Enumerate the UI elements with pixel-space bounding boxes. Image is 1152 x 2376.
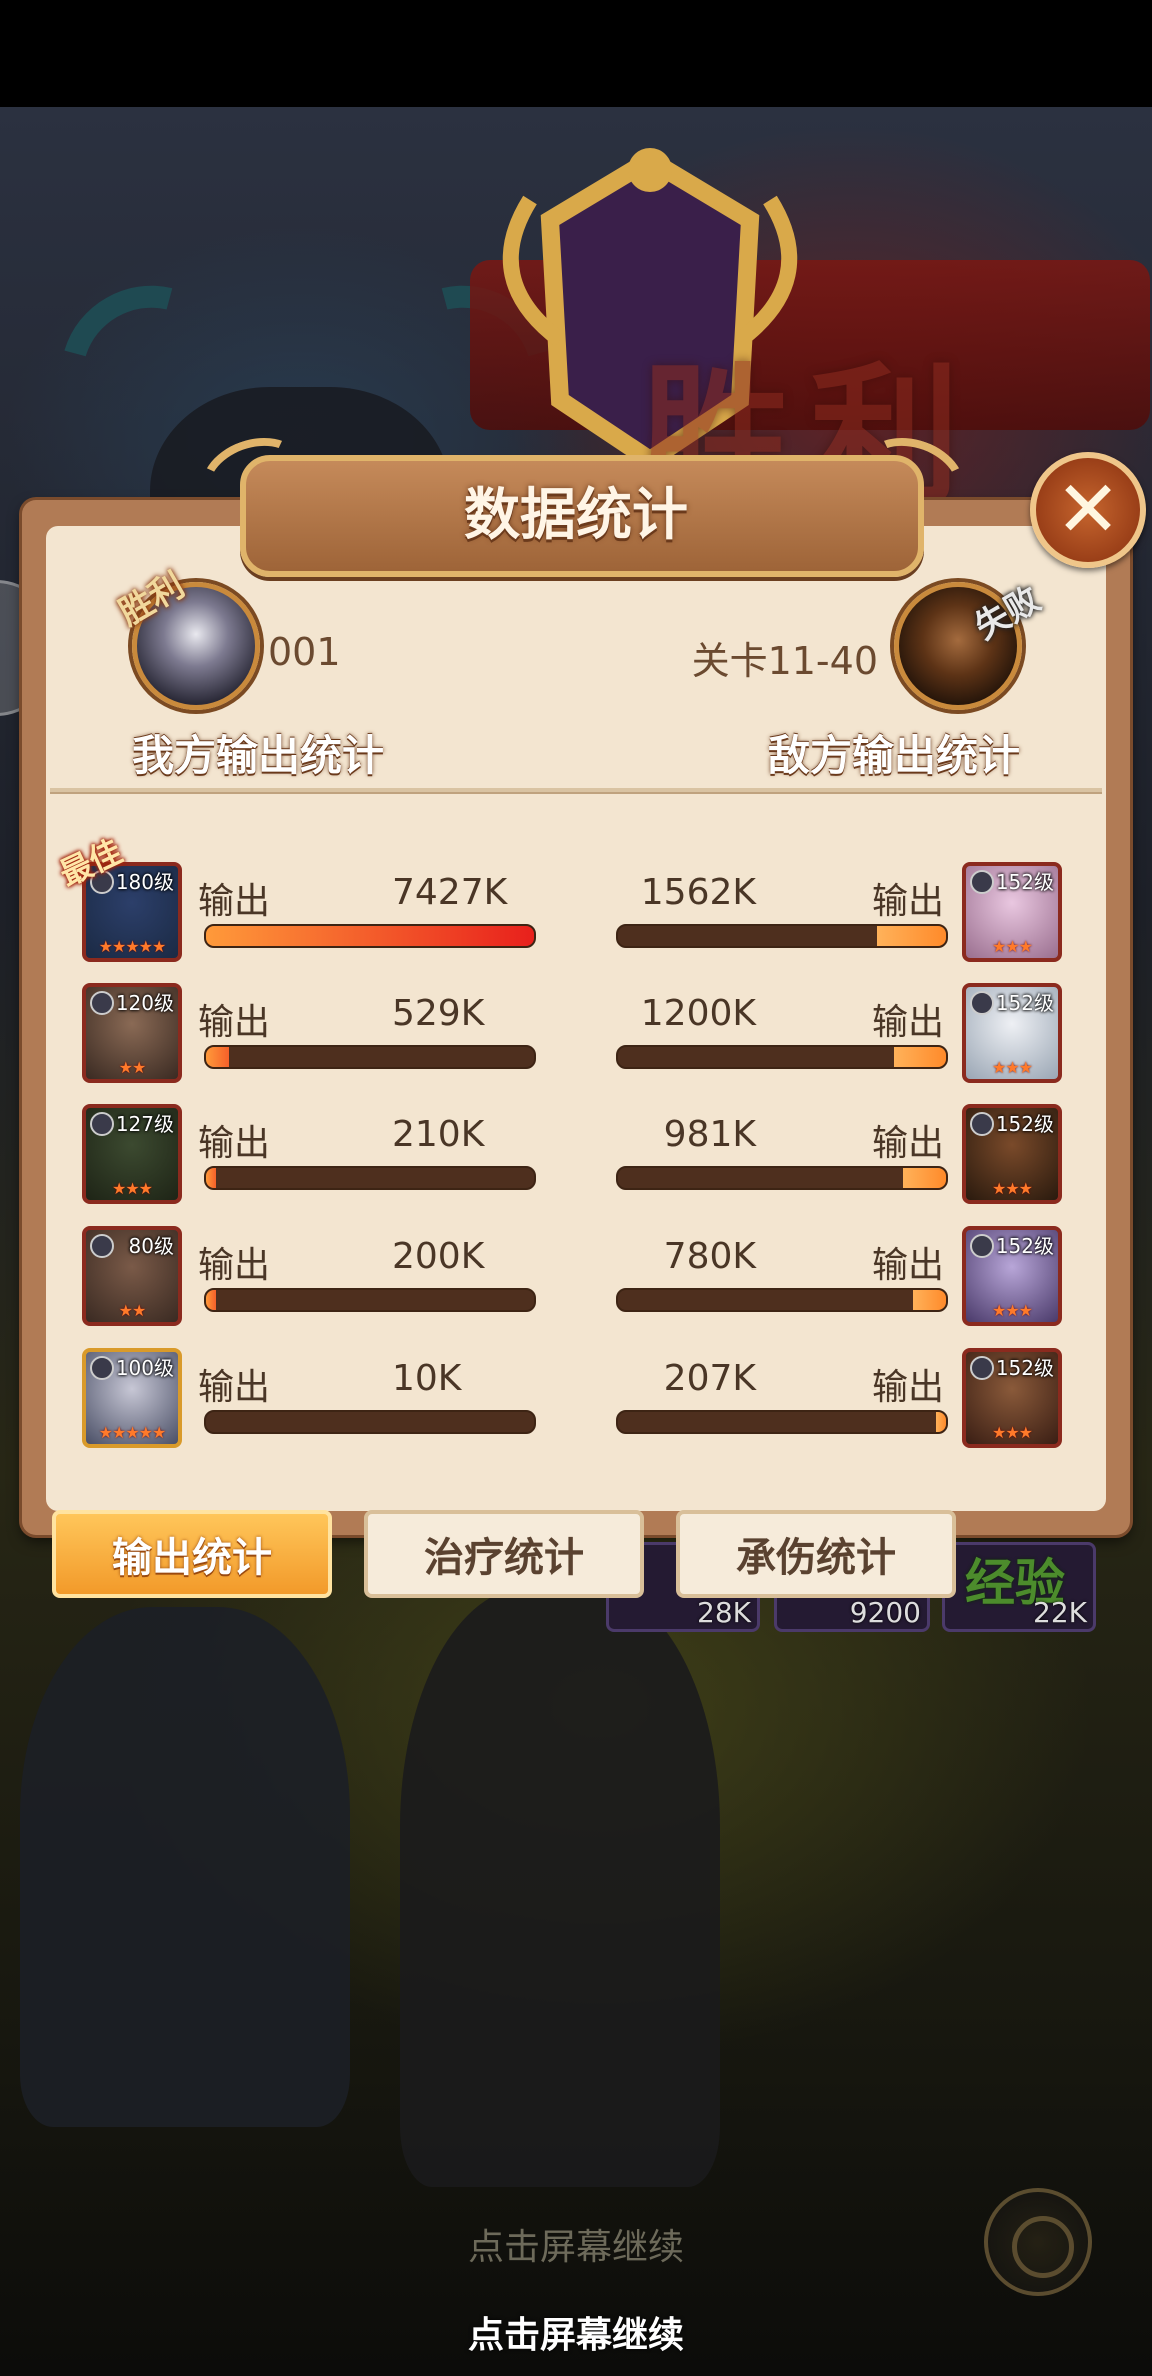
enemy-damage-bar [616, 1410, 948, 1434]
tab-damage-taken[interactable]: 承伤统计 [676, 1510, 956, 1598]
hero-stars: ★★ [118, 1058, 147, 1077]
ally-damage-value: 210K [392, 1114, 485, 1155]
hero-level: 180级 [115, 870, 174, 894]
reward-value: 28K [697, 1596, 751, 1629]
enemy-damage-bar [616, 924, 948, 948]
player-id: 001 [268, 630, 341, 674]
ally-damage-bar [204, 924, 536, 948]
ally-damage-fill [206, 1168, 216, 1188]
hero-stars: ★★★ [991, 1179, 1033, 1198]
close-button[interactable]: ✕ [1030, 452, 1146, 568]
enemy-hero-avatar[interactable]: 152级 ★★★ [962, 862, 1062, 962]
enemy-damage-value: 207K [663, 1358, 756, 1399]
hero-level: 152级 [995, 1234, 1054, 1258]
hero-stars: ★★★ [111, 1179, 153, 1198]
enemy-hero-avatar[interactable]: 152级 ★★★ [962, 1226, 1062, 1326]
ally-damage-bar [204, 1288, 536, 1312]
faction-icon [90, 1234, 114, 1258]
faction-icon [90, 991, 114, 1015]
continue-hint-faded: 点击屏幕继续 [467, 2227, 684, 2268]
enemy-damage-fill [877, 926, 946, 946]
output-label: 输出 [871, 1245, 944, 1286]
enemy-damage-fill [936, 1412, 946, 1432]
status-bar [0, 0, 1152, 107]
output-label: 输出 [871, 1123, 944, 1164]
ally-section-title: 我方输出统计 [132, 731, 385, 780]
enemy-damage-value: 1562K [640, 872, 756, 913]
hero-stars: ★★★★★ [98, 1423, 167, 1442]
hero-stars: ★★★★★ [98, 937, 167, 956]
ally-damage-value: 529K [392, 993, 485, 1034]
enemy-section-title: 敌方输出统计 [767, 731, 1020, 780]
divider [50, 788, 1102, 794]
enemy-damage-value: 981K [663, 1114, 756, 1155]
reward-value: 9200 [849, 1596, 921, 1629]
enemy-damage-fill [913, 1290, 946, 1310]
ally-hero-avatar[interactable]: 80级 ★★ [82, 1226, 182, 1326]
enemy-hero-avatar[interactable]: 152级 ★★★ [962, 1104, 1062, 1204]
hero-level: 80级 [128, 1234, 174, 1258]
ally-damage-fill [206, 1047, 229, 1067]
faction-icon [90, 1356, 114, 1380]
enemy-damage-fill [893, 1047, 946, 1067]
faction-icon [90, 1112, 114, 1136]
enemy-damage-bar [616, 1166, 948, 1190]
output-label: 输出 [871, 1367, 944, 1408]
output-label: 输出 [198, 881, 271, 922]
output-label: 输出 [198, 1002, 271, 1043]
output-label: 输出 [198, 1245, 271, 1286]
hero-level: 152级 [995, 1112, 1054, 1136]
shadow-figure [400, 1587, 720, 2187]
ally-damage-value: 200K [392, 1236, 485, 1277]
enemy-damage-value: 780K [663, 1236, 756, 1277]
enemy-damage-value: 1200K [640, 993, 756, 1034]
ally-damage-bar [204, 1410, 536, 1434]
tab-damage-output[interactable]: 输出统计 [52, 1510, 332, 1598]
hero-level: 127级 [115, 1112, 174, 1136]
faction-icon [970, 870, 994, 894]
ally-hero-avatar[interactable]: 100级 ★★★★★ [82, 1348, 182, 1448]
ally-damage-value: 7427K [392, 872, 508, 913]
hero-level: 152级 [995, 991, 1054, 1015]
stage-label: 关卡11-40 [691, 639, 878, 683]
enemy-damage-bar [616, 1288, 948, 1312]
close-icon: ✕ [1055, 465, 1121, 555]
ally-hero-avatar[interactable]: 127级 ★★★ [82, 1104, 182, 1204]
faction-icon [970, 991, 994, 1015]
output-label: 输出 [871, 881, 944, 922]
tab-healing[interactable]: 治疗统计 [364, 1510, 644, 1598]
ally-damage-value: 10K [392, 1358, 462, 1399]
hero-level: 152级 [995, 870, 1054, 894]
hero-level: 152级 [995, 1356, 1054, 1380]
hero-stars: ★★★ [991, 1301, 1033, 1320]
ally-hero-avatar[interactable]: 120级 ★★ [82, 983, 182, 1083]
ally-damage-fill [206, 1290, 216, 1310]
enemy-damage-fill [903, 1168, 946, 1188]
output-label: 输出 [871, 1002, 944, 1043]
shadow-figure [20, 1607, 350, 2127]
faction-icon [970, 1112, 994, 1136]
ally-damage-fill [206, 926, 534, 946]
hero-stars: ★★★ [991, 1423, 1033, 1442]
hero-stars: ★★★ [991, 937, 1033, 956]
ally-damage-bar [204, 1166, 536, 1190]
faction-icon [970, 1356, 994, 1380]
hero-stars: ★★ [118, 1301, 147, 1320]
continue-hint[interactable]: 点击屏幕继续 [0, 2306, 1152, 2358]
panel-title: 数据统计 [464, 483, 688, 548]
ally-damage-bar [204, 1045, 536, 1069]
hero-stars: ★★★ [991, 1058, 1033, 1077]
enemy-hero-avatar[interactable]: 152级 ★★★ [962, 1348, 1062, 1448]
enemy-hero-avatar[interactable]: 152级 ★★★ [962, 983, 1062, 1083]
pie-chart-icon[interactable] [984, 2188, 1092, 2296]
enemy-damage-bar [616, 1045, 948, 1069]
output-label: 输出 [198, 1367, 271, 1408]
reward-value: 22K [1033, 1596, 1087, 1629]
hero-level: 120级 [115, 991, 174, 1015]
hero-level: 100级 [115, 1356, 174, 1380]
faction-icon [970, 1234, 994, 1258]
output-label: 输出 [198, 1123, 271, 1164]
reward-slot: 经验 22K [942, 1542, 1096, 1632]
